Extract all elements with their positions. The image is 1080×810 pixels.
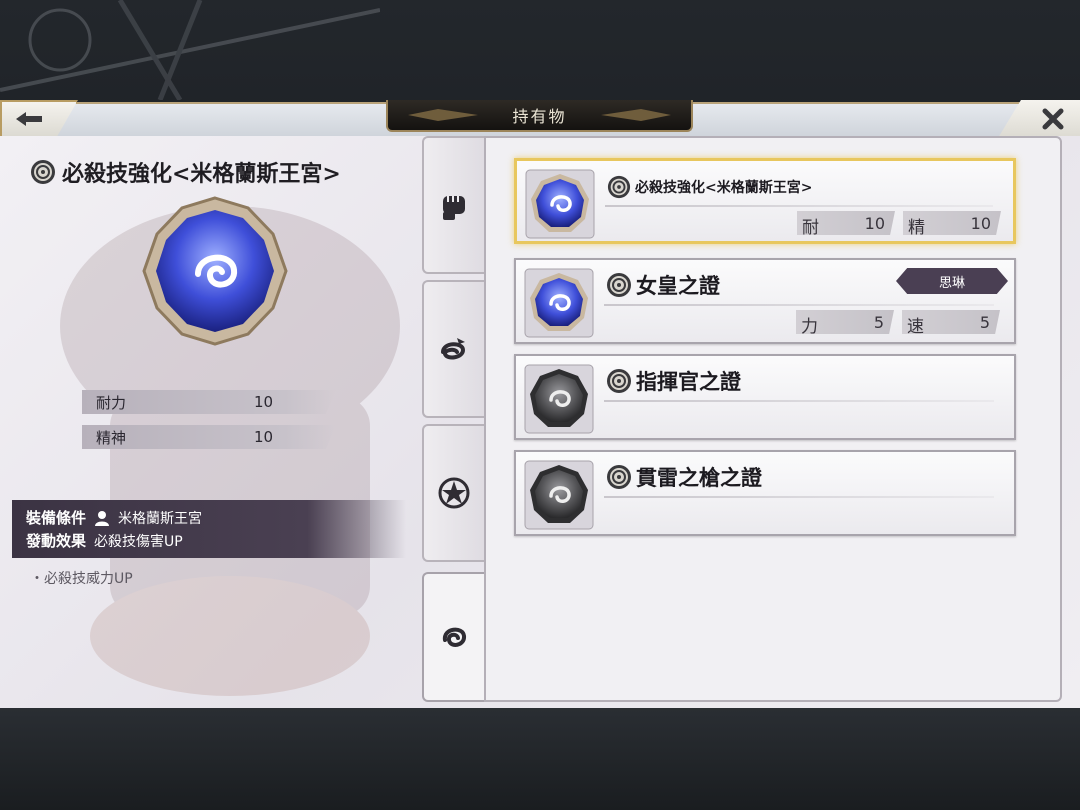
stat-row: 精神 10 [82,425,336,449]
item-stat: 耐 10 [797,211,895,235]
item-name: 必殺技強化<米格蘭斯王宮> [635,180,813,196]
item-name-row: 貫雷之槍之證 [606,462,762,492]
stat-value: 10 [254,428,274,446]
item-name: 指揮官之證 [636,369,741,394]
stat-value: 10 [970,214,991,233]
ornament-icon [408,109,478,121]
list-item[interactable]: 女皇之證 思琳 力 5 速 5 [514,258,1016,344]
passive-effect-text: ・必殺技威力UP [30,571,133,587]
item-name-row: 女皇之證 [606,270,720,300]
dragon-icon [441,338,466,360]
item-stat: 力 5 [796,310,894,334]
stat-label: 精 [908,218,925,238]
fist-icon [443,196,465,220]
stat-label: 耐力 [96,393,127,412]
tab-swirl[interactable] [422,572,484,702]
divider [604,400,994,402]
gear-badge-icon [607,273,631,297]
close-icon [1042,108,1064,130]
person-icon [95,510,110,526]
swirl-icon [442,627,466,647]
stat-value: 10 [254,393,274,411]
gear-badge-icon [607,175,631,199]
stat-label: 精神 [96,428,127,447]
item-detail-title: 必殺技強化<米格蘭斯王宮> [30,156,341,188]
item-stat: 精 10 [903,211,1001,235]
item-detail-name: 必殺技強化<米格蘭斯王宮> [62,161,341,187]
screen-title: 持有物 [512,107,567,126]
stat-label: 速 [907,317,924,337]
item-name: 貫雷之槍之證 [636,465,762,490]
stat-label: 力 [801,317,818,337]
divider [604,496,994,498]
gear-badge-icon [607,369,631,393]
ornament-icon [601,109,671,121]
equip-condition-box: 裝備條件 米格蘭斯王宮 發動效果 必殺技傷害UP [12,500,406,558]
large-gem-icon [142,196,288,346]
stat-row: 耐力 10 [82,390,336,414]
list-item[interactable]: 指揮官之證 [514,354,1016,440]
bottom-background [0,708,1080,810]
owner-badge: 思琳 [896,268,1008,294]
divider [604,304,994,306]
blue-gem-icon [524,268,594,338]
list-item[interactable]: 必殺技強化<米格蘭斯王宮> 耐 10 精 10 [514,158,1016,244]
background-ornament [0,0,380,100]
effect-label: 發動效果 [26,532,87,550]
list-item[interactable]: 貫雷之槍之證 [514,450,1016,536]
stat-value: 5 [873,313,884,332]
equip-condition-label: 裝備條件 [26,509,87,527]
item-list: 必殺技強化<米格蘭斯王宮> 耐 10 精 10 女皇之證 思琳 力 5 速 5 … [484,136,1062,702]
stat-label: 耐 [802,218,819,238]
stat-value: 5 [979,313,990,332]
blue-gem-icon [525,169,595,239]
item-name-row: 指揮官之證 [606,366,741,396]
tab-fist[interactable] [422,136,484,274]
item-stat: 速 5 [902,310,1000,334]
item-name: 女皇之證 [636,273,720,298]
left-arrow-icon [16,112,42,126]
divider [605,205,993,207]
stat-value: 10 [864,214,885,233]
gear-badge-icon [607,465,631,489]
star-crest-icon [438,477,470,509]
gray-gem-icon [524,364,594,434]
main-panel: 必殺技強化<米格蘭斯王宮> 耐力 10 精神 10 裝備條件 米格蘭斯王宮 發動… [0,136,1080,708]
tab-star-crest[interactable] [422,424,484,562]
tab-dragon[interactable] [422,280,484,418]
gear-badge-icon [31,160,55,184]
gray-gem-icon [524,460,594,530]
item-name-row: 必殺技強化<米格蘭斯王宮> [607,175,812,199]
category-tabs [420,136,484,702]
effect-value: 必殺技傷害UP [94,533,183,550]
screen-title-tab: 持有物 [386,100,693,132]
equip-condition-value: 米格蘭斯王宮 [118,510,203,527]
